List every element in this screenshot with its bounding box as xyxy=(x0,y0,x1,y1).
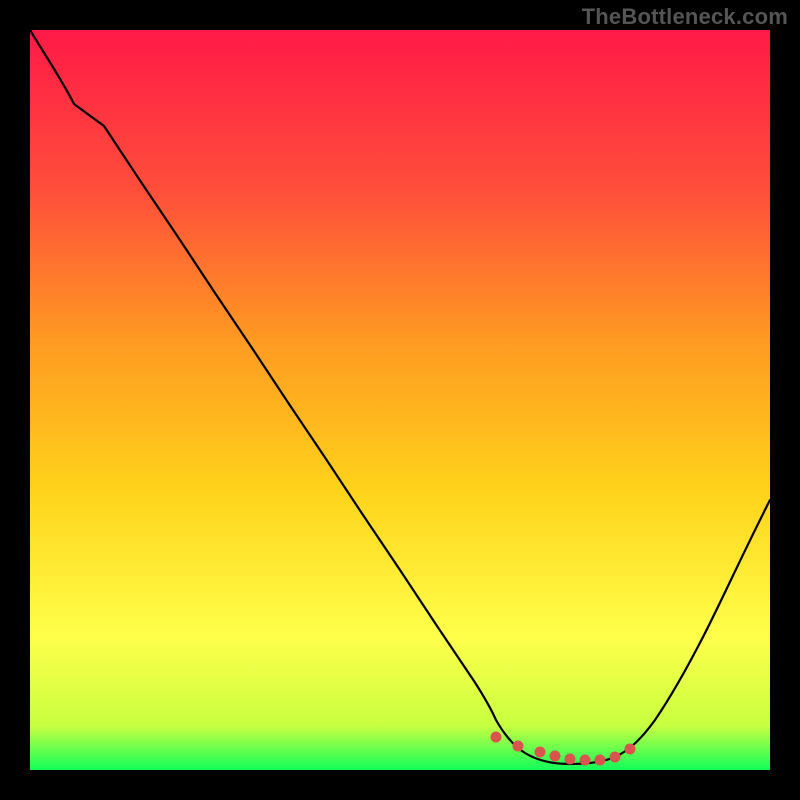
dot xyxy=(625,744,635,754)
dot xyxy=(580,755,590,765)
gradient-background xyxy=(30,30,770,770)
dot xyxy=(595,755,605,765)
plot-area xyxy=(30,30,770,770)
dot xyxy=(491,732,501,742)
chart-frame: TheBottleneck.com xyxy=(0,0,800,800)
dot xyxy=(610,752,620,762)
dot xyxy=(565,754,575,764)
chart-svg xyxy=(30,30,770,770)
dot xyxy=(550,751,560,761)
watermark-text: TheBottleneck.com xyxy=(582,4,788,30)
dot xyxy=(535,747,545,757)
dot xyxy=(513,741,523,751)
